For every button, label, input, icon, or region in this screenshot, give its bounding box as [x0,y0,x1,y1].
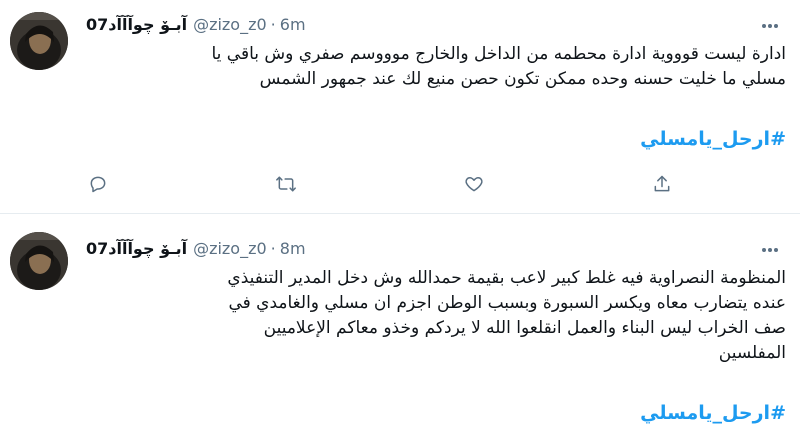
like-icon[interactable] [458,168,490,200]
tweet-text-line: عنده يتضارب معاه ويكسر السبورة وبسبب الو… [228,293,786,313]
retweet-icon[interactable] [270,168,302,200]
tweet-text-line: ادارة ليست قوووية ادارة محطمه من الداخل … [211,44,786,64]
reply-icon[interactable] [82,168,114,200]
tweet-header: آبـۆ چوآآآد07 @zizo_z0 · 6m [86,12,746,36]
hashtag-text[interactable]: #ارحل_يامسلي [640,128,786,150]
tweet-text-line: صف الخراب ليس البناء والعمل انقلعوا الله… [263,318,786,338]
hashtag-text[interactable]: #ارحل_يامسلي [640,402,786,424]
timestamp[interactable]: 6m [280,15,306,34]
tweet-text: المنظومة النصراوية فيه غلط كبير لاعب بقي… [86,266,786,366]
timestamp[interactable]: 8m [280,239,306,258]
tweet-text: ادارة ليست قوووية ادارة محطمه من الداخل … [86,42,786,92]
separator: · [270,14,276,34]
tweet-text-line: المفلسين [718,343,786,363]
more-options-icon[interactable] [758,238,782,262]
tweet-text-line: مسلي ما خليت حسنه وحده ممكن تكون حصن مني… [259,69,786,89]
tweet-feed: آبـۆ چوآآآد07 @zizo_z0 · 6m ادارة ليست ق… [0,0,800,433]
tweet-header: آبـۆ چوآآآد07 @zizo_z0 · 8m [86,236,746,260]
display-name[interactable]: آبـۆ چوآآآد07 [86,15,187,34]
user-handle[interactable]: @zizo_z0 [193,239,267,258]
display-name[interactable]: آبـۆ چوآآآد07 [86,239,187,258]
user-handle[interactable]: @zizo_z0 [193,15,267,34]
tweet-actions [0,168,800,200]
separator: · [270,238,276,258]
hashtag-link[interactable]: #ارحل_يامسلي [86,402,786,424]
tweet[interactable]: آبـۆ چوآآآد07 @zizo_z0 · 6m ادارة ليست ق… [0,0,800,214]
share-icon[interactable] [646,168,678,200]
more-options-icon[interactable] [758,14,782,38]
tweet-text-line: المنظومة النصراوية فيه غلط كبير لاعب بقي… [227,268,786,288]
avatar[interactable] [10,12,68,70]
hashtag-link[interactable]: #ارحل_يامسلي [86,128,786,150]
avatar[interactable] [10,232,68,290]
tweet[interactable]: آبـۆ چوآآآد07 @zizo_z0 · 8m المنظومة الن… [0,214,800,433]
